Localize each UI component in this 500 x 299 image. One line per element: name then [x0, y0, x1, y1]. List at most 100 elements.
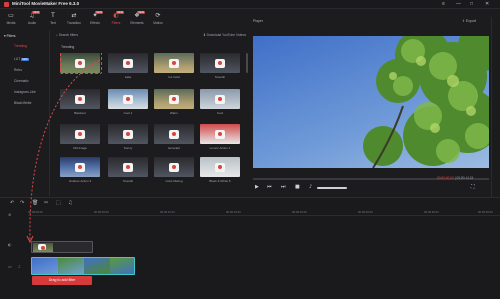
filter-thumbnail[interactable]: Cool [200, 89, 240, 119]
add-track-icon[interactable]: ⊕ [8, 212, 11, 217]
camera-icon [215, 130, 225, 139]
filter-thumbnail[interactable]: Blackout [60, 89, 100, 119]
camera-icon [215, 59, 225, 68]
toolbar-transition[interactable]: ⇄ Transition [65, 12, 83, 28]
filter-thumbnail[interactable] [60, 53, 102, 83]
filter-preview [200, 124, 240, 144]
filter-thumbnail[interactable]: Sunny [108, 124, 148, 154]
main-toolbar: ▭ Media ♫ Audio NEW T Text ⇄ Transition … [0, 9, 180, 30]
toolbar-media[interactable]: ▭ Media [2, 12, 20, 28]
video-clip[interactable] [31, 257, 135, 275]
text-icon: T [51, 12, 55, 19]
play-icon[interactable]: ▶ [255, 184, 259, 190]
next-frame-icon[interactable]: ⏭ [281, 184, 286, 190]
filter-preview [108, 89, 148, 109]
player-header: Player ⇪ Export [251, 17, 490, 27]
motion-icon: ⟳ [155, 12, 161, 19]
camera-icon [123, 59, 133, 68]
export-button[interactable]: ⇪ Export [462, 19, 476, 23]
toolbar-elements[interactable]: ❖ Elements NEW [128, 11, 146, 28]
undo-icon[interactable]: ↶ [10, 200, 14, 206]
sidebar-item-lut[interactable]: LUT NEW [14, 57, 29, 61]
filter-preview [154, 157, 194, 177]
player-title: Player [253, 19, 263, 23]
filter-preview [154, 89, 194, 109]
clip-frame [110, 258, 134, 274]
volume-slider[interactable] [317, 187, 347, 189]
camera-icon [75, 95, 85, 104]
search-filters-button[interactable]: ⌕ Search filters [56, 33, 78, 37]
maximize-button[interactable]: □ [470, 1, 473, 7]
filter-preview [200, 157, 240, 177]
filter-thumbnail[interactable]: Lake [108, 53, 148, 83]
camera-icon [123, 130, 133, 139]
new-badge: NEW [116, 11, 124, 14]
filter-thumbnail[interactable]: Outdoor Action 3 [60, 157, 100, 187]
folder-icon: ▭ [8, 12, 14, 19]
filter-thumbnail[interactable]: Smooth [200, 53, 240, 83]
crop-icon[interactable]: ⬚ [56, 200, 61, 206]
filter-thumbnail[interactable]: Emerald [154, 124, 194, 154]
split-icon[interactable]: ✂ [44, 200, 48, 206]
filter-thumbnail[interactable]: Smooth [108, 157, 148, 187]
filter-preview [108, 157, 148, 177]
sidebar-item-black-white[interactable]: Black/White [14, 101, 31, 105]
selection-outline [60, 53, 102, 74]
filter-thumbnail[interactable]: Black & White 5 [200, 157, 240, 187]
sidebar-item-instagram-like[interactable]: Instagram-Like [14, 90, 36, 94]
camera-icon [169, 163, 179, 172]
toolbar-motion[interactable]: ⟳ Motion [149, 12, 167, 28]
toolbar-effects[interactable]: ✦ Effects NEW [86, 11, 104, 28]
filters-sidebar: ▾ Filters Trending LUT NEW Retro Cinemati… [0, 30, 50, 196]
filter-preview [200, 89, 240, 109]
filter-preview [200, 53, 240, 73]
minimize-button[interactable]: — [456, 1, 461, 7]
filter-track-icon: ◐ [8, 242, 12, 247]
previous-frame-icon[interactable]: ⏮ [267, 184, 272, 190]
download-youtube-link[interactable]: ⬇ Download YouTube Videos [203, 33, 246, 37]
video-track-icon: ▭ [8, 264, 12, 269]
filter-thumbnail[interactable]: Cool 1 [108, 89, 148, 119]
mute-icon[interactable]: ♪ [18, 264, 21, 269]
title-bar: MiniTool MovieMaker Free 6.3.0 ≡ — □ ✕ [0, 0, 500, 9]
fullscreen-icon[interactable]: ⛶ [471, 184, 475, 190]
filter-clip-thumbnail [33, 243, 53, 252]
delete-icon[interactable]: 🗑 [32, 200, 38, 206]
new-badge: NEW [137, 11, 145, 14]
camera-icon [123, 163, 133, 172]
new-badge: NEW [95, 11, 103, 14]
toolbar-audio[interactable]: ♫ Audio NEW [23, 11, 41, 28]
sidebar-item-retro[interactable]: Retro [14, 68, 22, 72]
sidebar-item-cinematic[interactable]: Cinematic [14, 79, 29, 83]
camera-icon [123, 95, 133, 104]
audio-icon[interactable]: ♫ [68, 200, 72, 206]
timeline-ruler[interactable]: 00:00:00.00 00:00:05.00 00:00:10.00 00:0… [28, 209, 500, 216]
filter-thumbnail[interactable]: Ice Gold [154, 53, 194, 83]
volume-icon[interactable]: ♪ [309, 184, 312, 190]
menu-icon[interactable]: ≡ [442, 1, 445, 7]
section-title: Trending [61, 45, 75, 49]
filter-preview [154, 53, 194, 73]
new-badge: NEW [21, 58, 29, 61]
filters-scrollbar[interactable] [246, 53, 248, 73]
filter-thumbnail[interactable]: Warm [154, 89, 194, 119]
sidebar-item-trending[interactable]: Trending [14, 44, 27, 48]
close-button[interactable]: ✕ [485, 1, 489, 7]
filter-preview [108, 124, 148, 144]
sidebar-header[interactable]: ▾ Filters [4, 34, 16, 38]
clip-frame [58, 258, 84, 274]
clip-frame [84, 258, 110, 274]
stop-icon[interactable]: ■ [295, 184, 300, 190]
filters-panel-header: ⌕ Search filters ⬇ Download YouTube Vide… [56, 32, 246, 40]
clip-frame [32, 258, 58, 274]
filter-clip[interactable] [31, 241, 93, 253]
redo-icon[interactable]: ↷ [20, 200, 24, 206]
camera-icon [169, 95, 179, 104]
toolbar-text[interactable]: T Text [44, 12, 62, 28]
camera-icon [75, 130, 85, 139]
filter-thumbnail[interactable]: Old Image [60, 124, 100, 154]
camera-icon [75, 163, 85, 172]
toolbar-filters[interactable]: ◐ Filters NEW [107, 11, 125, 28]
filter-thumbnail[interactable]: Lemon Action 1 [200, 124, 240, 154]
filter-thumbnail[interactable]: Color Meting [154, 157, 194, 187]
